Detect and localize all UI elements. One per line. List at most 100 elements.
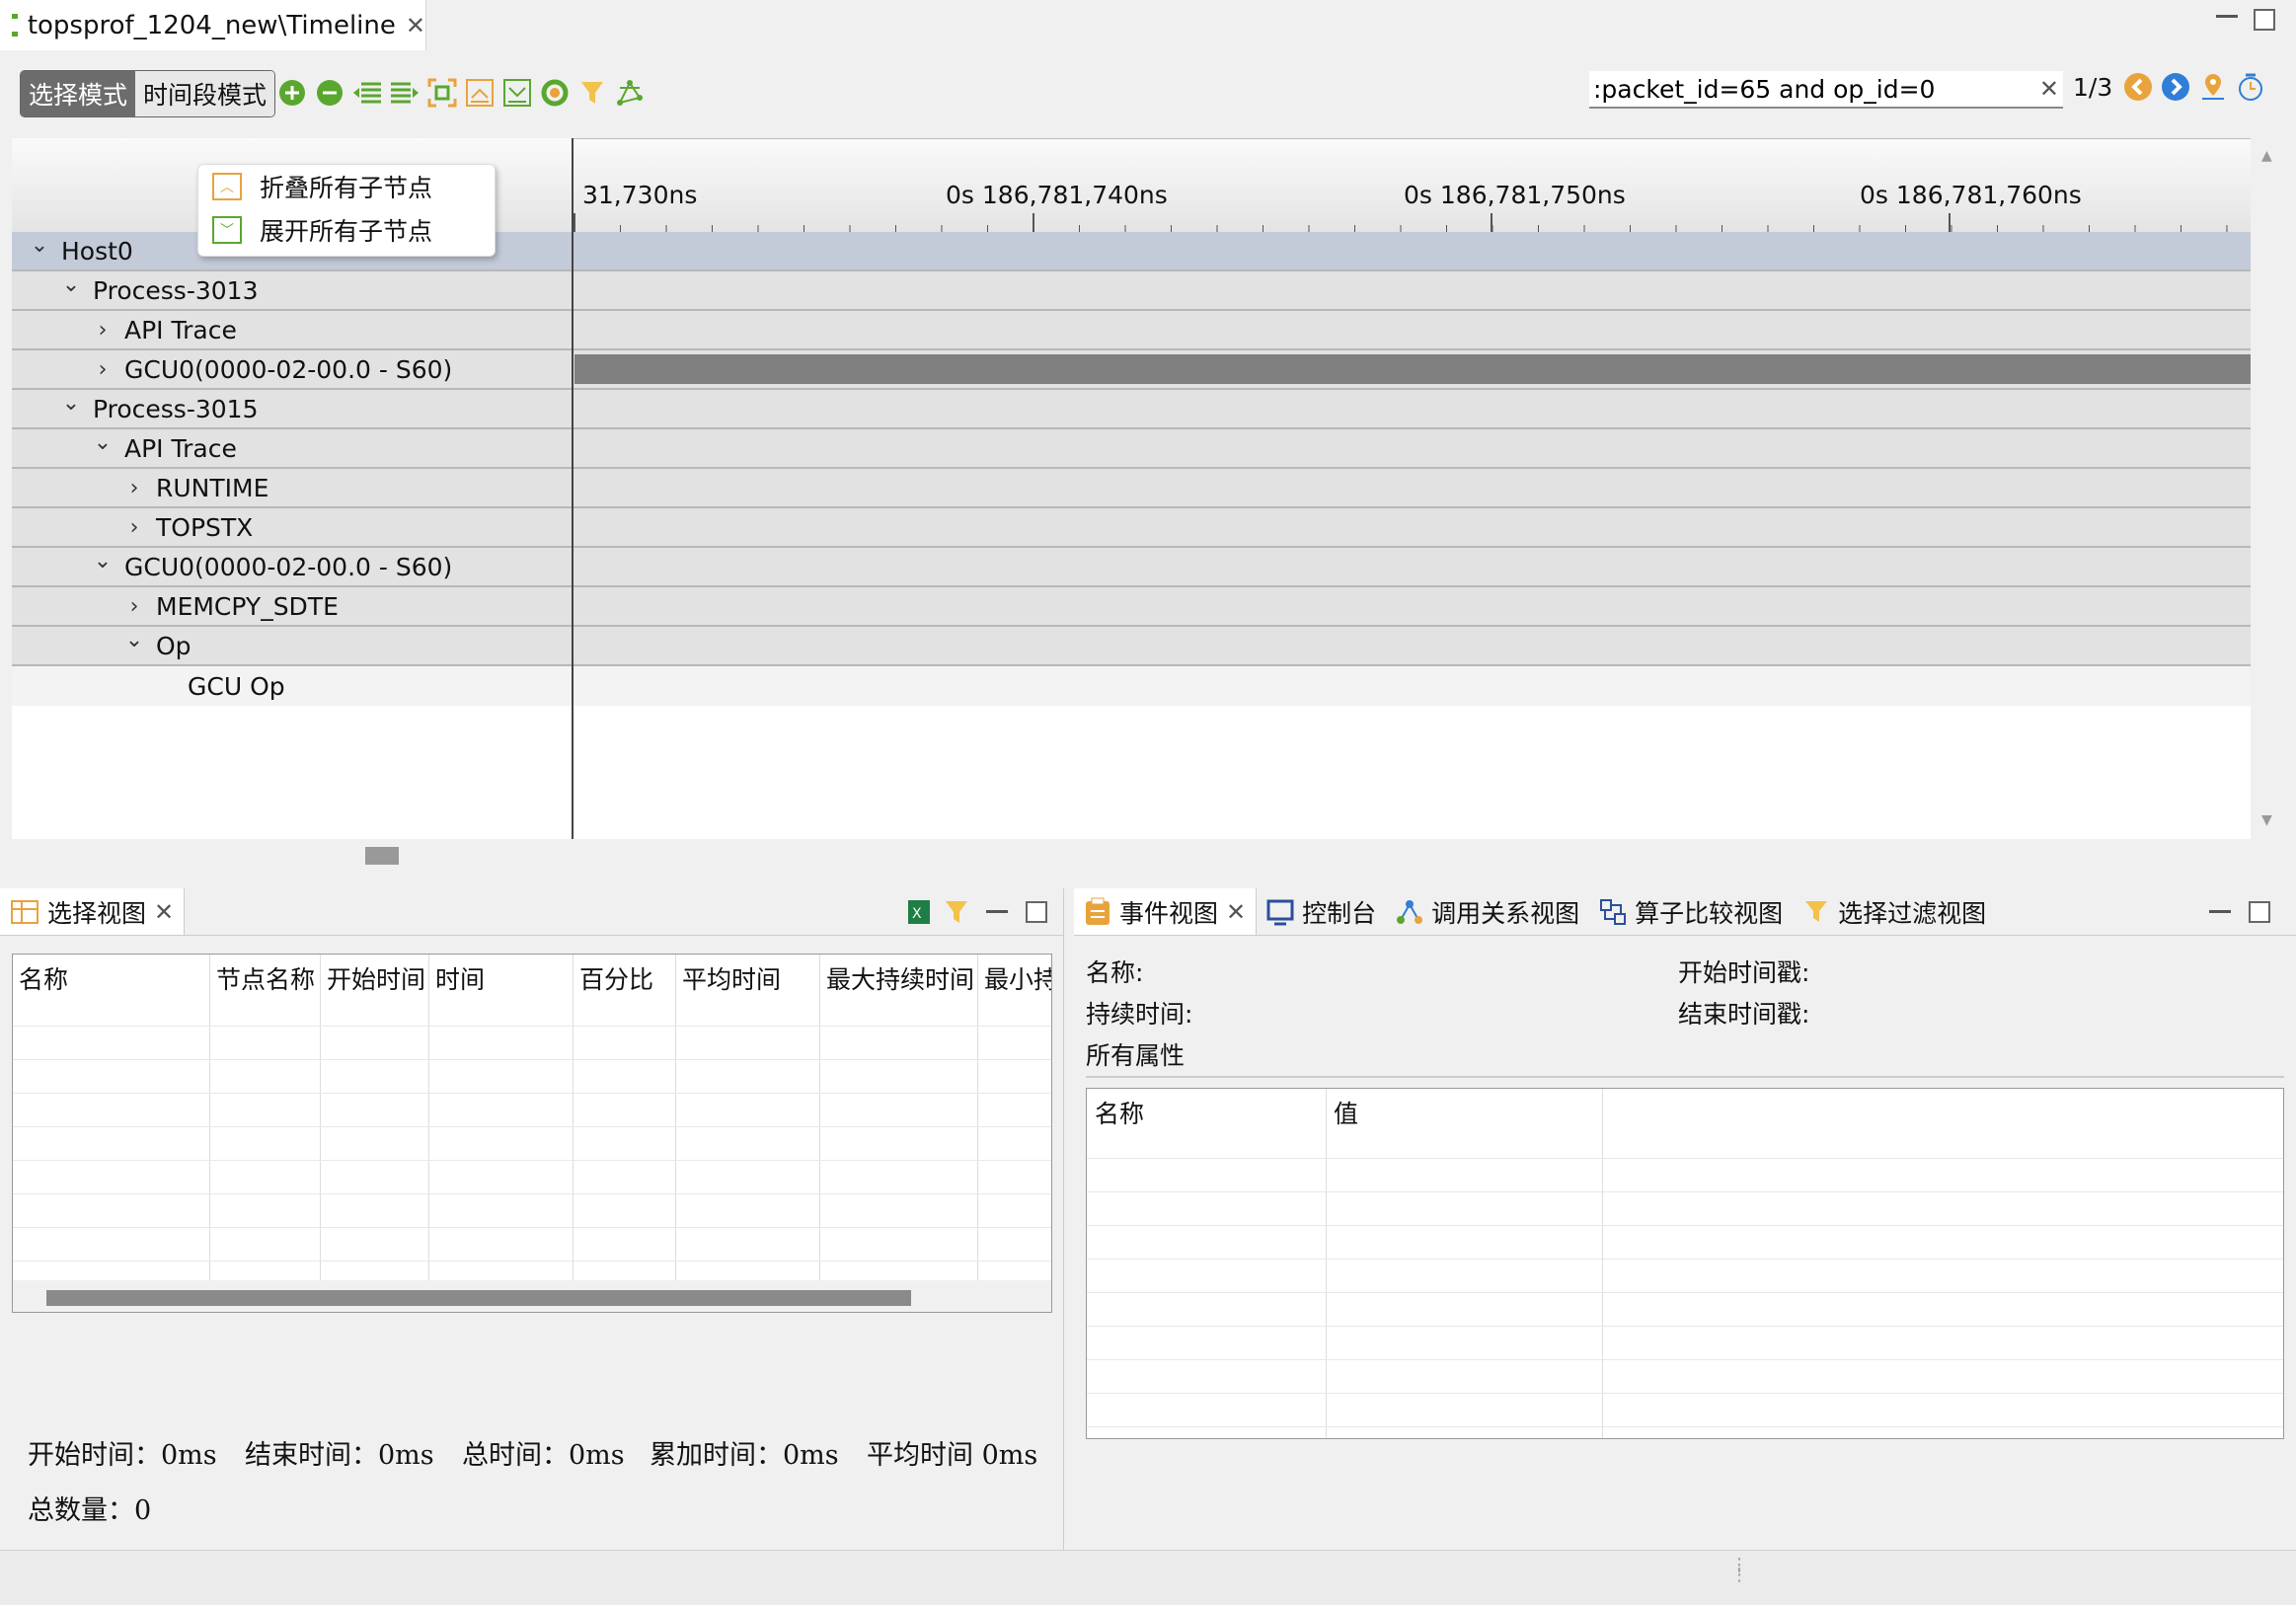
grid-column-line — [675, 955, 676, 1280]
row-label: API Trace — [124, 433, 237, 463]
timeline-row[interactable]: GCU Op — [12, 666, 2251, 706]
tree-splitter[interactable] — [572, 138, 574, 839]
timeline-icon — [12, 13, 18, 37]
locate-icon[interactable] — [2197, 71, 2229, 103]
next-match-icon[interactable] — [2160, 71, 2191, 103]
row-label-cell: ⌄ Process-3015 — [12, 390, 573, 427]
table-hscrollbar[interactable] — [13, 1280, 1051, 1312]
chevron-down-icon[interactable]: ⌄ — [55, 391, 87, 416]
chevron-down-icon[interactable]: ⌄ — [87, 430, 118, 455]
minimize-icon[interactable] — [986, 910, 1008, 913]
collapse-all-icon[interactable] — [464, 77, 496, 109]
chevron-down-icon[interactable]: ⌄ — [87, 549, 118, 573]
expand-list-icon[interactable] — [389, 77, 421, 109]
summary-accum: 累加时间：0ms — [650, 1440, 839, 1471]
expand-all-icon[interactable] — [501, 77, 533, 109]
timeline-row[interactable]: › TOPSTX — [12, 508, 2251, 548]
fit-icon[interactable] — [426, 77, 458, 109]
summary-start: 开始时间：0ms — [28, 1440, 217, 1471]
column-header[interactable]: 百分比 — [579, 960, 653, 996]
mode-toggle: 选择模式 时间段模式 — [20, 70, 276, 117]
timeline-row[interactable]: ⌄ Process-3015 — [12, 390, 2251, 429]
column-header[interactable]: 时间 — [435, 960, 485, 996]
column-header[interactable]: 最大持续时间 — [826, 960, 974, 996]
close-icon[interactable]: ✕ — [406, 12, 425, 39]
column-header[interactable]: 名称 — [1095, 1095, 1144, 1130]
chevron-down-icon[interactable]: ⌄ — [55, 272, 87, 297]
chevron-right-icon[interactable]: › — [118, 594, 150, 619]
prev-match-icon[interactable] — [2122, 71, 2154, 103]
zoom-out-icon[interactable] — [314, 77, 345, 109]
refresh-icon[interactable] — [539, 77, 571, 109]
timeline-row[interactable]: › RUNTIME — [12, 469, 2251, 508]
selection-view-tabbar: 选择视图 ✕ X — [0, 888, 1063, 936]
drag-handle-icon[interactable]: ⋮ ⋮ — [1730, 1557, 1748, 1584]
excel-export-icon[interactable]: X — [903, 896, 935, 928]
chevron-right-icon[interactable]: › — [87, 357, 118, 382]
timeline-row[interactable]: ⌄ API Trace — [12, 429, 2251, 469]
close-icon[interactable]: ✕ — [154, 898, 174, 926]
filter-icon[interactable] — [576, 77, 608, 109]
scroll-down-icon[interactable]: ▼ — [2261, 812, 2272, 828]
clear-search-icon[interactable]: ✕ — [2039, 75, 2059, 103]
row-label-cell: › RUNTIME — [12, 469, 573, 506]
tab-call-graph[interactable]: 调用关系视图 — [1386, 888, 1589, 935]
grid-column-line — [977, 955, 978, 1280]
zoom-in-icon[interactable] — [276, 77, 308, 109]
expand-all-menu-item[interactable]: ﹀ 展开所有子节点 — [198, 208, 495, 252]
editor-tab[interactable]: topsprof_1204_new\Timeline ✕ — [0, 0, 426, 50]
close-icon[interactable]: ✕ — [1226, 898, 1246, 926]
minimize-icon[interactable] — [2216, 15, 2238, 18]
scrollbar-thumb[interactable] — [46, 1290, 911, 1306]
timeline-row[interactable]: › GCU0(0000-02-00.0 - S60) — [12, 350, 2251, 390]
column-header[interactable]: 最小持 — [984, 960, 1051, 996]
range-mode-button[interactable]: 时间段模式 — [135, 71, 275, 116]
maximize-icon[interactable] — [1026, 900, 1047, 923]
chevron-right-icon[interactable]: › — [118, 476, 150, 500]
collapse-list-icon[interactable] — [351, 77, 383, 109]
ruler-ticks — [574, 213, 2228, 233]
timeline-row[interactable]: › MEMCPY_SDTE — [12, 587, 2251, 627]
chevron-down-icon[interactable]: ⌄ — [118, 628, 150, 652]
maximize-icon[interactable] — [2254, 9, 2275, 31]
collapse-all-menu-item[interactable]: ︿ 折叠所有子节点 — [198, 165, 495, 208]
table-row — [1087, 1191, 2283, 1192]
filter-icon[interactable] — [941, 896, 972, 928]
tick-label: 0s 186,781,760ns — [1860, 181, 2082, 209]
minimize-icon[interactable] — [2209, 910, 2231, 913]
svg-text:X: X — [912, 906, 922, 922]
search-nav — [2122, 71, 2266, 103]
row-label: Host0 — [61, 236, 133, 266]
tab-selection-filter[interactable]: 选择过滤视图 — [1793, 888, 1996, 935]
tab-event-view[interactable]: 事件视图 ✕ — [1074, 888, 1258, 935]
tab-op-compare[interactable]: 算子比较视图 — [1589, 888, 1793, 935]
chevron-right-icon[interactable]: › — [87, 318, 118, 343]
table-row — [1087, 1259, 2283, 1260]
timeline-row[interactable]: › API Trace — [12, 311, 2251, 350]
timeline-row[interactable]: ⌄ Process-3013 — [12, 271, 2251, 311]
chevron-right-icon[interactable]: › — [118, 515, 150, 540]
column-header[interactable]: 值 — [1334, 1095, 1358, 1130]
scroll-up-icon[interactable]: ▲ — [2261, 148, 2272, 164]
row-label-cell: ⌄ Process-3013 — [12, 271, 573, 309]
timeline-row[interactable]: ⌄ GCU0(0000-02-00.0 - S60) — [12, 548, 2251, 587]
event-bar[interactable] — [574, 354, 2251, 384]
tab-console[interactable]: 控制台 — [1257, 888, 1386, 935]
time-ruler[interactable]: 31,730ns 0s 186,781,740ns 0s 186,781,750… — [573, 138, 2251, 233]
search-input[interactable] — [1593, 74, 2018, 104]
horizontal-scrollbar-thumb[interactable] — [365, 847, 399, 865]
chevron-down-icon[interactable]: ⌄ — [24, 233, 55, 258]
tab-label: 事件视图 — [1119, 898, 1219, 928]
column-header[interactable]: 开始时间 — [327, 960, 425, 996]
column-header[interactable]: 名称 — [19, 960, 68, 996]
collapse-expand-menu: ︿ 折叠所有子节点 ﹀ 展开所有子节点 — [197, 164, 496, 257]
select-mode-button[interactable]: 选择模式 — [21, 71, 136, 116]
maximize-icon[interactable] — [2249, 900, 2270, 923]
table-row — [1087, 1326, 2283, 1327]
tab-selection-view[interactable]: 选择视图 ✕ — [0, 888, 186, 935]
timeline-row[interactable]: ⌄ Op — [12, 627, 2251, 666]
column-header[interactable]: 节点名称 — [216, 960, 315, 996]
graph-icon[interactable] — [614, 77, 646, 109]
column-header[interactable]: 平均时间 — [682, 960, 781, 996]
timer-icon[interactable] — [2235, 71, 2266, 103]
